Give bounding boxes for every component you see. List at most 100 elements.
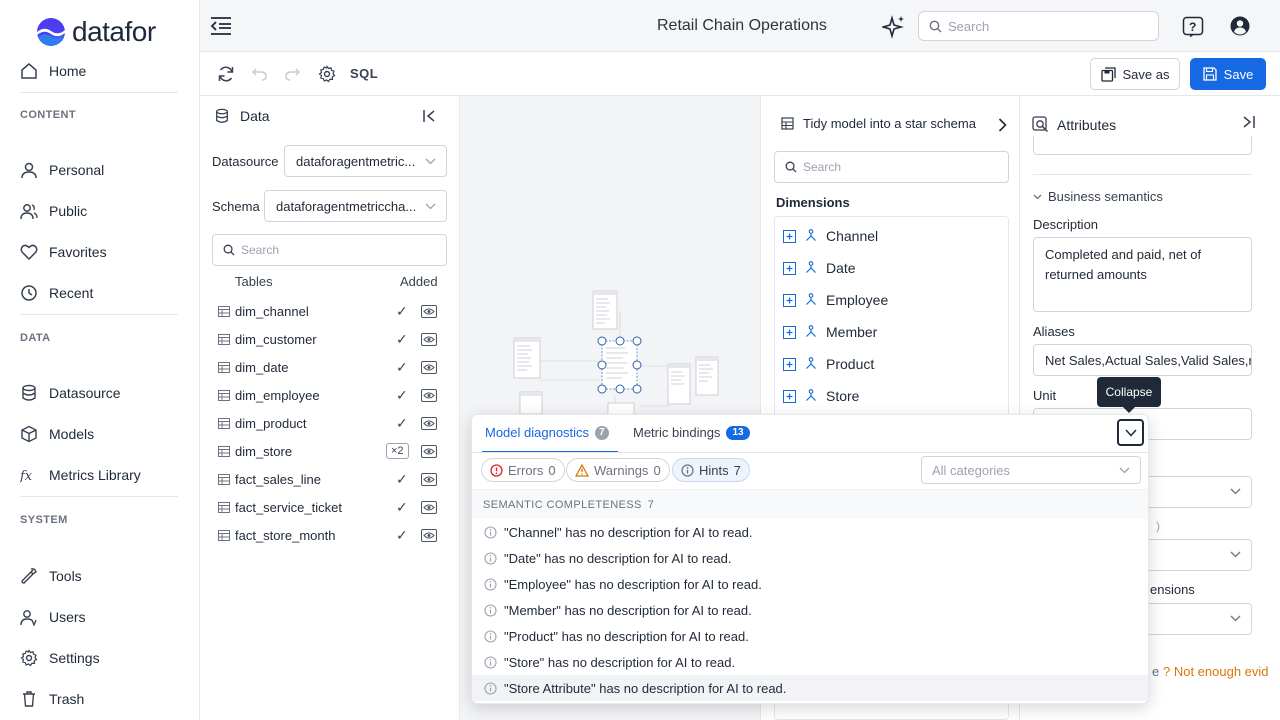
hint-row[interactable]: "Store Attribute" has no description for… — [472, 675, 1148, 701]
expand-plus-icon[interactable] — [783, 357, 796, 371]
hint-row[interactable]: "Channel" has no description for AI to r… — [472, 519, 1148, 545]
filter-errors[interactable]: Errors 0 — [481, 458, 565, 482]
dimension-item[interactable]: Product — [783, 356, 874, 372]
ai-assistant-button[interactable] — [882, 15, 906, 39]
save-as-button[interactable]: Save as — [1090, 58, 1180, 90]
preview-table-button[interactable] — [421, 388, 437, 402]
tab-metric-bindings[interactable]: Metric bindings 13 — [633, 425, 750, 440]
datasource-select[interactable]: dataforagentmetric... — [284, 145, 447, 177]
schema-select[interactable]: dataforagentmetriccha... — [264, 190, 447, 222]
info-icon — [484, 551, 497, 565]
table-row[interactable]: fact_store_month ✓ — [218, 521, 440, 549]
added-column-header: Added — [400, 274, 438, 289]
preview-table-button[interactable] — [421, 416, 437, 430]
table-node[interactable] — [667, 356, 719, 405]
tab-model-diagnostics[interactable]: Model diagnostics 7 — [485, 425, 609, 440]
expand-plus-icon[interactable] — [783, 261, 796, 275]
close-attributes-button[interactable] — [1242, 114, 1256, 130]
expand-plus-icon[interactable] — [783, 389, 796, 403]
hierarchy-icon — [806, 357, 816, 369]
nav-metrics-library[interactable]: fx Metrics Library — [20, 466, 141, 484]
hint-row[interactable]: "Date" has no description for AI to read… — [472, 545, 1148, 571]
expand-plus-icon[interactable] — [783, 293, 796, 307]
table-row[interactable]: dim_store ×2 — [218, 437, 440, 465]
table-row[interactable]: dim_channel ✓ — [218, 297, 440, 325]
aliases-input[interactable]: Net Sales,Actual Sales,Valid Sales,r — [1033, 344, 1252, 376]
collapse-diagnostics-button[interactable] — [1117, 419, 1144, 446]
refresh-button[interactable] — [217, 65, 235, 83]
preview-table-button[interactable] — [421, 444, 437, 458]
heart-icon — [20, 244, 38, 261]
tidy-arrow-button[interactable] — [998, 118, 1007, 132]
hint-row[interactable]: "Product" has no description for AI to r… — [472, 623, 1148, 649]
dimension-item[interactable]: Member — [783, 324, 877, 340]
filter-warnings[interactable]: Warnings 0 — [566, 458, 670, 482]
nav-home[interactable]: Home — [20, 62, 86, 80]
undo-button[interactable] — [250, 65, 268, 83]
tidy-star-schema-button[interactable]: Tidy model into a star schema — [781, 116, 976, 131]
nav-datasource[interactable]: Datasource — [20, 384, 121, 402]
table-row[interactable]: fact_sales_line ✓ — [218, 465, 440, 493]
collapse-sidebar-button[interactable] — [210, 16, 234, 38]
filter-hints[interactable]: Hints 7 — [672, 458, 750, 482]
dimension-item[interactable]: Date — [783, 260, 856, 276]
business-semantics-section[interactable]: Business semantics — [1033, 189, 1163, 204]
table-node-selected[interactable] — [597, 336, 642, 394]
description-textarea[interactable]: Completed and paid, net of returned amou… — [1033, 237, 1252, 312]
user-menu-button[interactable] — [1230, 16, 1250, 36]
expand-plus-icon[interactable] — [783, 325, 796, 339]
nav-models[interactable]: Models — [20, 425, 94, 443]
nav-favorites-label: Favorites — [49, 244, 107, 260]
preview-table-button[interactable] — [421, 304, 437, 318]
hint-row[interactable]: "Store" has no description for AI to rea… — [472, 649, 1148, 675]
save-button[interactable]: Save — [1190, 58, 1266, 90]
preview-table-button[interactable] — [421, 500, 437, 514]
nav-users[interactable]: Users — [20, 608, 86, 626]
nav-trash[interactable]: Trash — [20, 690, 84, 708]
dimension-search-input[interactable]: Search — [774, 151, 1009, 183]
save-icon — [1203, 67, 1217, 81]
table-row[interactable]: dim_customer ✓ — [218, 325, 440, 353]
table-row[interactable]: dim_date ✓ — [218, 353, 440, 381]
preview-table-button[interactable] — [421, 528, 437, 542]
collapse-data-panel-button[interactable] — [422, 108, 438, 124]
table-row[interactable]: dim_product ✓ — [218, 409, 440, 437]
table-icon — [218, 529, 230, 541]
nav-tools[interactable]: Tools — [20, 567, 82, 585]
model-settings-button[interactable] — [318, 65, 336, 83]
copy-save-icon — [1100, 66, 1116, 82]
sql-button[interactable]: SQL — [350, 66, 378, 81]
redo-button[interactable] — [284, 65, 302, 83]
table-row[interactable]: fact_service_ticket ✓ — [218, 493, 440, 521]
nav-recent[interactable]: Recent — [20, 284, 93, 302]
warnings-label: Warnings — [594, 462, 649, 478]
hint-row[interactable]: "Employee" has no description for AI to … — [472, 571, 1148, 597]
nav-personal[interactable]: Personal — [20, 161, 104, 179]
table-row[interactable]: dim_employee ✓ — [218, 381, 440, 409]
preview-table-button[interactable] — [421, 360, 437, 374]
nav-settings[interactable]: Settings — [20, 649, 100, 667]
expand-plus-icon[interactable] — [783, 229, 796, 243]
dimension-item[interactable]: Store — [783, 388, 859, 404]
table-node[interactable] — [513, 337, 541, 379]
logo[interactable]: datafor — [36, 16, 156, 48]
table-node[interactable] — [592, 290, 618, 330]
nav-public[interactable]: Public — [20, 202, 87, 220]
semantic-completeness-section: SEMANTIC COMPLETENESS 7 — [472, 489, 1148, 519]
category-filter-select[interactable]: All categories — [921, 456, 1141, 484]
eye-preview-icon — [421, 444, 437, 458]
table-name: dim_product — [235, 415, 307, 431]
menu-collapse-icon — [210, 17, 231, 35]
nav-settings-label: Settings — [49, 650, 100, 666]
preview-table-button[interactable] — [421, 472, 437, 486]
nav-favorites[interactable]: Favorites — [20, 243, 107, 261]
global-search-input[interactable]: Search — [918, 11, 1159, 41]
hint-row[interactable]: "Member" has no description for AI to re… — [472, 597, 1148, 623]
preview-table-button[interactable] — [421, 332, 437, 346]
dimension-item[interactable]: Channel — [783, 228, 878, 244]
previous-field[interactable] — [1033, 136, 1252, 155]
help-button[interactable]: ? — [1182, 16, 1204, 38]
nav-trash-label: Trash — [49, 691, 85, 707]
dimension-item[interactable]: Employee — [783, 292, 888, 308]
table-search-input[interactable]: Search — [212, 234, 447, 266]
